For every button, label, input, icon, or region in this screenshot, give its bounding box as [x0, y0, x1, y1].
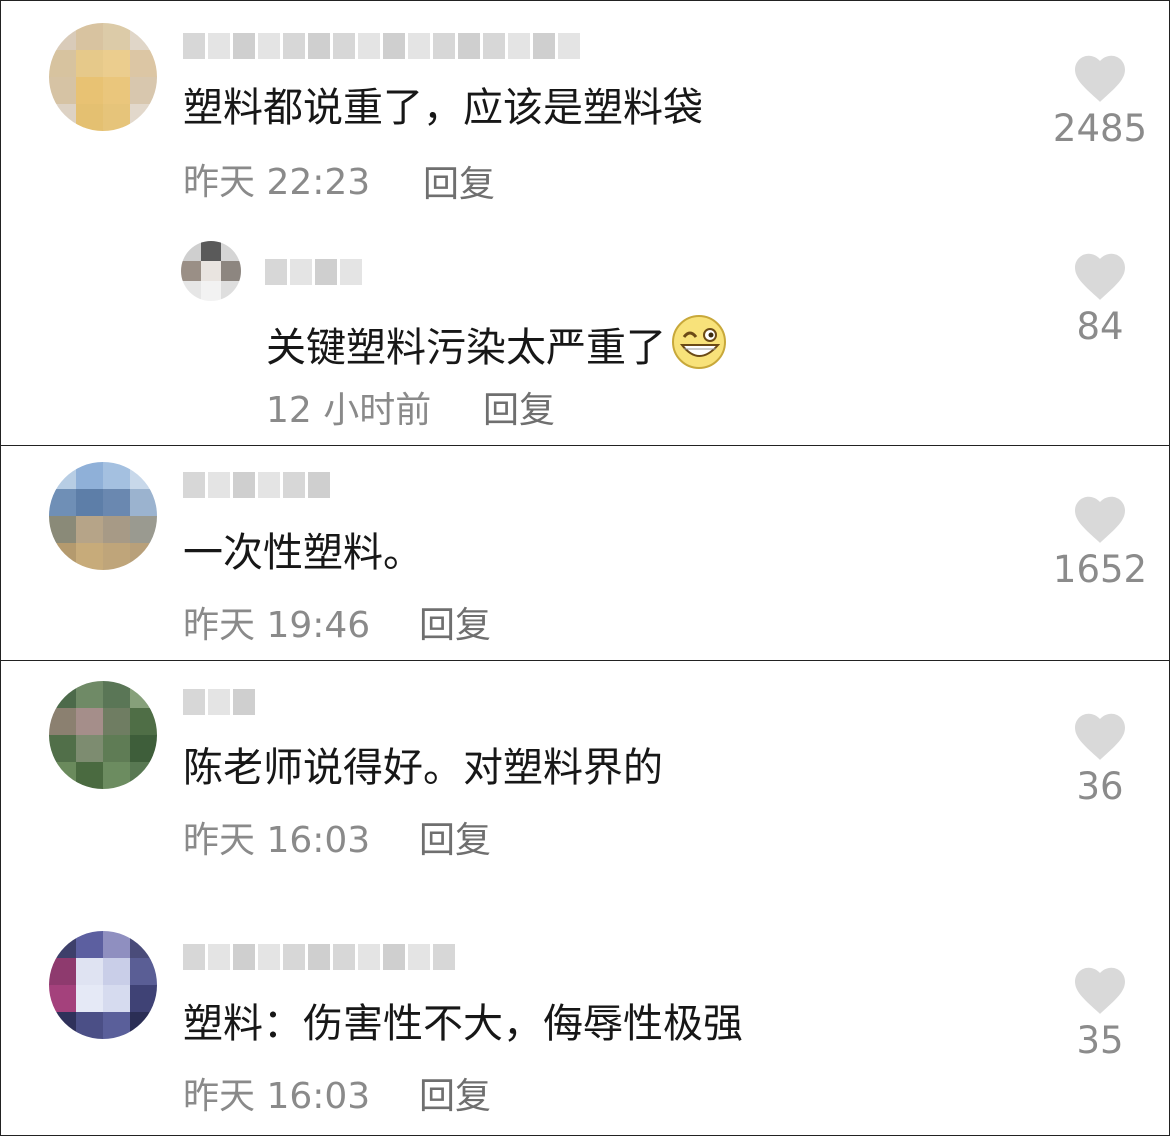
like-count: 1652: [1052, 548, 1148, 591]
avatar[interactable]: [49, 23, 157, 131]
username-blurred[interactable]: [183, 689, 255, 715]
heart-icon[interactable]: [1072, 251, 1128, 301]
comment-text: 陈老师说得好。对塑料界的: [183, 745, 663, 791]
comment-panel-3: 陈老师说得好。对塑料界的 昨天 16:03 回复 36 塑料：伤害性不大，侮辱性…: [0, 660, 1170, 1136]
comment-text: 塑料都说重了，应该是塑料袋: [183, 85, 703, 131]
reply-username-blurred[interactable]: [265, 259, 362, 285]
username-blurred[interactable]: [183, 944, 455, 970]
comment-time: 昨天 22:23: [183, 162, 371, 203]
reply-text-content: 关键塑料污染太严重了: [266, 325, 666, 371]
heart-icon[interactable]: [1072, 711, 1128, 761]
username-blurred[interactable]: [183, 472, 330, 498]
reply-time: 12 小时前: [266, 390, 432, 431]
avatar[interactable]: [49, 681, 157, 789]
comment-time: 昨天 16:03: [183, 1076, 371, 1117]
reply-button[interactable]: 回复: [419, 604, 491, 648]
comment-time: 昨天 19:46: [183, 605, 371, 646]
like-button[interactable]: 1652: [1030, 494, 1170, 592]
username-blurred[interactable]: [183, 33, 580, 59]
like-button[interactable]: 84: [1030, 251, 1170, 349]
like-count: 35: [1076, 1019, 1124, 1062]
reply-button[interactable]: 回复: [423, 163, 495, 207]
reply-button[interactable]: 回复: [419, 819, 491, 863]
grinning-wink-emoji: [672, 315, 726, 369]
reply-text: 关键塑料污染太严重了: [266, 313, 728, 373]
avatar[interactable]: [49, 931, 157, 1039]
comment-panel-2: 一次性塑料。 昨天 19:46 回复 1652: [0, 445, 1170, 661]
comment-panel-1: 塑料都说重了，应该是塑料袋 昨天 22:23 回复 2485 关键塑料污染太严重…: [0, 0, 1170, 446]
reply-avatar[interactable]: [181, 241, 241, 301]
like-count: 36: [1076, 765, 1124, 808]
heart-icon[interactable]: [1072, 53, 1128, 103]
reply-button[interactable]: 回复: [483, 389, 555, 433]
comment-text: 一次性塑料。: [183, 530, 423, 576]
avatar[interactable]: [49, 462, 157, 570]
heart-icon[interactable]: [1072, 965, 1128, 1015]
like-count: 84: [1076, 305, 1124, 348]
like-count: 2485: [1052, 107, 1148, 150]
comment-text: 塑料：伤害性不大，侮辱性极强: [183, 1001, 743, 1047]
like-button[interactable]: 36: [1030, 711, 1170, 809]
heart-icon[interactable]: [1072, 494, 1128, 544]
like-button[interactable]: 35: [1030, 965, 1170, 1063]
reply-button[interactable]: 回复: [419, 1075, 491, 1119]
comment-time: 昨天 16:03: [183, 820, 371, 861]
like-button[interactable]: 2485: [1030, 53, 1170, 151]
